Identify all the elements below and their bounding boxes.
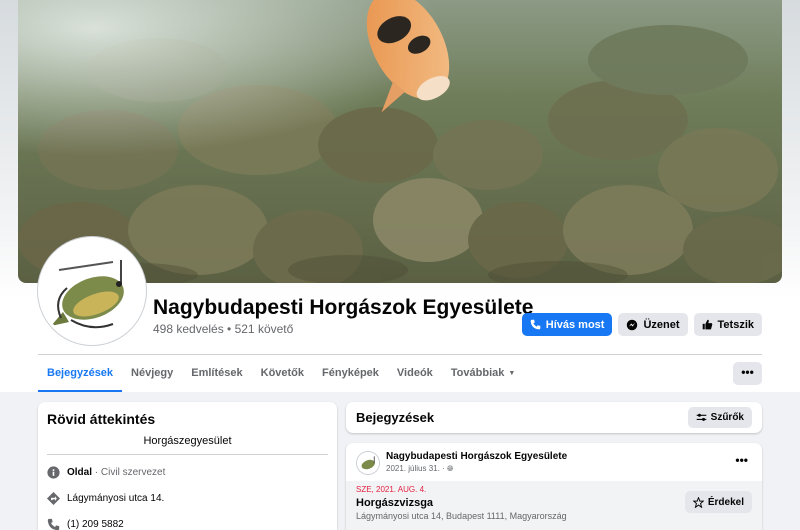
phone-text[interactable]: (1) 209 5882 — [67, 519, 124, 530]
event-title[interactable]: Horgászvizsga — [356, 497, 433, 509]
cover-photo[interactable] — [18, 0, 782, 283]
tab-followers[interactable]: Követők — [252, 356, 313, 392]
messenger-icon — [627, 319, 638, 330]
overview-item-phone: (1) 209 5882 — [47, 518, 124, 530]
address-text[interactable]: Lágymányosi utca 14. — [67, 493, 164, 504]
overview-divider — [47, 454, 328, 455]
phone-icon — [47, 518, 60, 530]
page-type-value: · Civil szervezet — [92, 467, 166, 478]
star-icon — [692, 496, 704, 508]
post-author-avatar[interactable] — [356, 451, 380, 475]
tab-about[interactable]: Névjegy — [122, 356, 182, 392]
posts-section-title: Bejegyzések — [356, 410, 435, 425]
page-title: Nagybudapesti Horgászok Egyesülete — [153, 296, 534, 319]
call-now-button[interactable]: Hívás most — [521, 313, 613, 336]
tab-label: Fényképek — [322, 367, 379, 379]
phone-icon — [530, 319, 541, 330]
caret-down-icon: ▼ — [508, 370, 516, 377]
thumbs-up-icon — [702, 319, 712, 330]
info-icon — [47, 466, 60, 479]
page-actions: Hívás most Üzenet Tetszik — [521, 313, 762, 336]
post-options-button[interactable]: ••• — [735, 453, 748, 467]
filters-label: Szűrők — [710, 412, 744, 423]
tab-label: Bejegyzések — [47, 367, 114, 379]
overview-card: Rövid áttekintés Horgászegyesület Oldal … — [38, 402, 337, 530]
tab-label: Követők — [260, 367, 305, 379]
page-category: Horgászegyesület — [143, 435, 232, 447]
call-now-label: Hívás most — [545, 318, 605, 331]
tab-label: Említések — [191, 367, 243, 379]
tab-label: Névjegy — [131, 367, 174, 379]
tab-posts[interactable]: Bejegyzések — [38, 356, 123, 392]
event-location: Lágymányosi utca 14, Budapest 1111, Magy… — [356, 511, 567, 521]
page-type-label: Oldal — [67, 467, 93, 478]
tab-more[interactable]: Továbbiak ▼ — [442, 356, 525, 392]
page-avatar[interactable] — [38, 237, 146, 345]
tab-label: Továbbiak — [450, 367, 505, 379]
message-label: Üzenet — [643, 318, 680, 331]
tab-label: Videók — [396, 367, 433, 379]
message-button[interactable]: Üzenet — [618, 313, 688, 336]
post-card: Nagybudapesti Horgászok Egyesülete 2021.… — [346, 443, 762, 530]
like-label: Tetszik — [717, 318, 754, 331]
interested-button[interactable]: Érdekel — [684, 491, 752, 513]
overview-item-address: Lágymányosi utca 14. — [47, 492, 164, 505]
tab-mentions[interactable]: Említések — [182, 356, 251, 392]
filters-button[interactable]: Szűrők — [687, 407, 752, 428]
tab-photos[interactable]: Fényképek — [313, 356, 388, 392]
globe-icon: 🌐︎ — [446, 464, 454, 473]
page-stats: 498 kedvelés • 521 követő — [153, 322, 294, 336]
like-button[interactable]: Tetszik — [693, 313, 762, 336]
event-attachment[interactable]: SZE, 2021. AUG. 4. Horgászvizsga Lágymán… — [346, 481, 762, 530]
post-date-text: 2021. július 31. · — [386, 464, 445, 473]
overview-title: Rövid áttekintés — [47, 411, 156, 427]
interested-label: Érdekel — [707, 496, 744, 508]
header-divider — [38, 354, 762, 355]
filter-sliders-icon — [696, 413, 706, 421]
page-tabs: Bejegyzések Névjegy Említések Követők Fé… — [38, 356, 524, 392]
post-timestamp[interactable]: 2021. július 31. · 🌐︎ — [386, 464, 453, 474]
post-author-name[interactable]: Nagybudapesti Horgászok Egyesülete — [386, 451, 567, 462]
posts-header-card: Bejegyzések Szűrők — [346, 402, 762, 433]
event-date: SZE, 2021. AUG. 4. — [356, 485, 427, 494]
location-icon — [47, 492, 60, 505]
more-options-button[interactable]: ••• — [733, 362, 762, 385]
overview-item-page-type: Oldal · Civil szervezet — [47, 466, 165, 479]
tab-videos[interactable]: Videók — [388, 356, 442, 392]
